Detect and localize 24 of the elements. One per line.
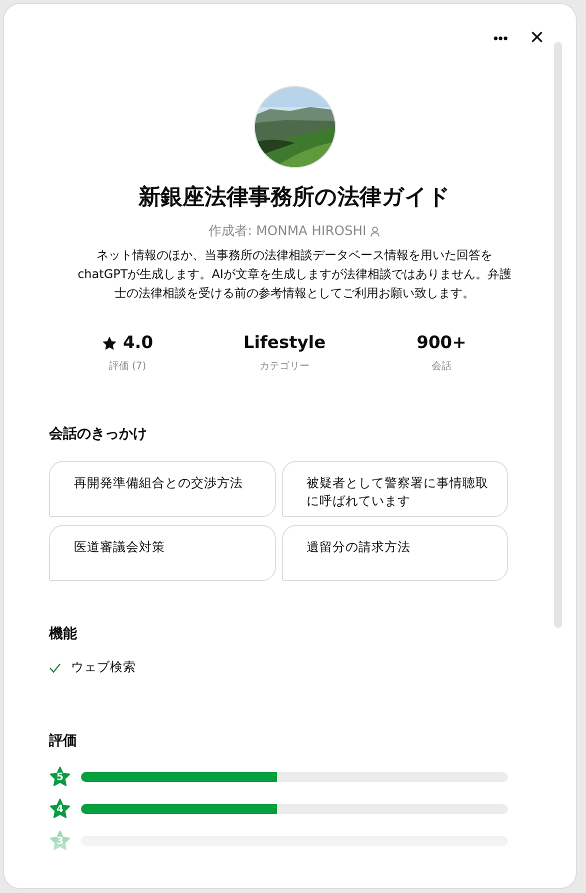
section-heading: 評価 (49, 732, 78, 750)
stat-value: 900+ (416, 333, 466, 353)
starter-button[interactable]: 遺留分の請求方法 (282, 525, 508, 581)
stat-label: 評価 (7) (108, 360, 146, 373)
starter-button[interactable]: 医道審議会対策 (49, 525, 276, 581)
star-badge: 4 (49, 798, 71, 820)
author: 作成者: MONMA HIROSHI (208, 223, 366, 240)
description: ネット情報のほか、当事務所の法律相談データベース情報を用いた回答をchatGPTが生成します。AIが文章を生成しますが法律相談ではありません。弁護士の法律相談を受ける前の参考情報としてご利用お願い致します。 (76, 247, 512, 302)
stat-label: 会話 (432, 360, 452, 373)
section-heading: 機能 (49, 625, 78, 643)
close-button[interactable]: × (526, 26, 548, 50)
star-badge: 5 (49, 766, 71, 788)
scrollbar[interactable] (554, 42, 562, 628)
star-icon (102, 336, 117, 350)
gpt-title: 新銀座法律事務所の法律ガイド (138, 184, 450, 212)
stat-value: Lifestyle (243, 333, 326, 353)
capability-label: ウェブ検索 (71, 659, 136, 676)
more-button[interactable]: ••• (489, 26, 512, 50)
starter-button[interactable]: 被疑者として警察署に事情聴取に呼ばれています (282, 461, 508, 517)
person-icon (370, 226, 380, 236)
section-heading: 会話のきっかけ (49, 425, 148, 443)
stat-label: カテゴリー (260, 360, 310, 373)
starter-button[interactable]: 再開発準備組合との交渉方法 (49, 461, 276, 517)
stat-value: 4.0 (122, 333, 154, 353)
